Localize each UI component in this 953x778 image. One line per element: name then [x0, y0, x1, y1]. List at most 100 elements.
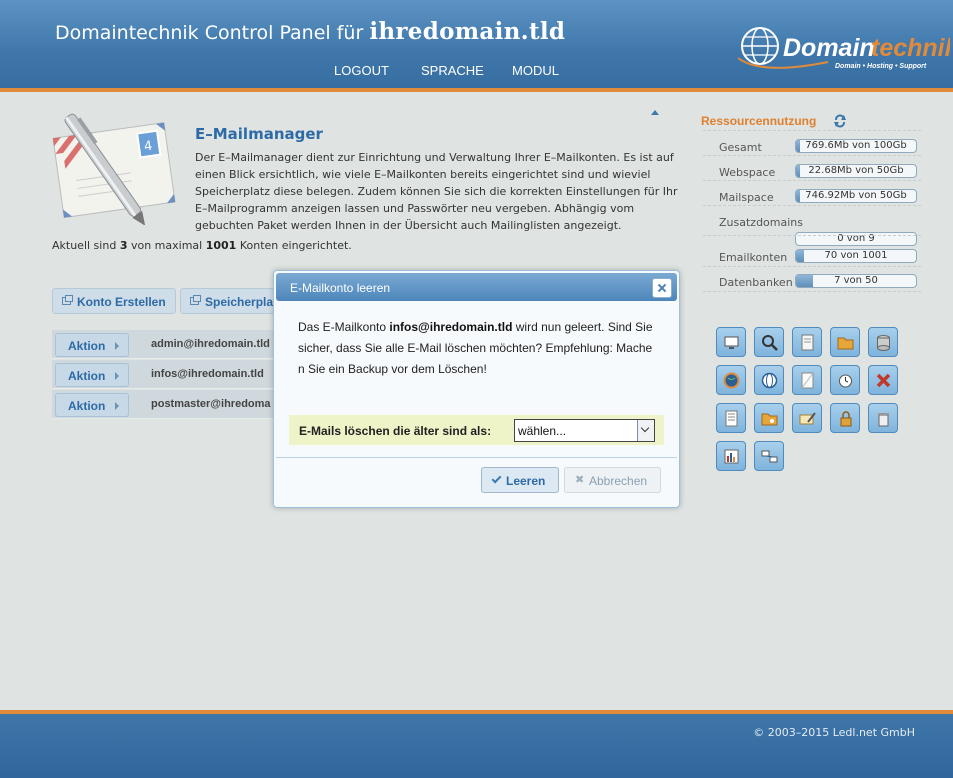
panel-title-domain: ihredomain.tld [369, 18, 566, 45]
close-icon[interactable] [652, 278, 672, 298]
lock-user-icon-glyph [840, 411, 852, 427]
nav-sprache[interactable]: SPRACHE [421, 63, 484, 78]
external-link-icon [62, 295, 73, 305]
account-email: admin@ihredomain.tld [151, 338, 270, 350]
resource-label: Gesamt [719, 141, 762, 154]
aktion-button[interactable]: Aktion [55, 393, 129, 417]
globe-icon[interactable] [716, 365, 746, 395]
document-icon[interactable] [792, 327, 822, 357]
abbrechen-button[interactable]: ✖ Abbrechen [564, 467, 661, 493]
refresh-icon[interactable] [833, 114, 847, 128]
aktion-button[interactable]: Aktion [55, 333, 129, 357]
chevron-down-icon[interactable] [637, 420, 654, 441]
monitor-icon[interactable] [716, 327, 746, 357]
create-account-label: Konto Erstellen [77, 295, 166, 309]
chart-icon-glyph [724, 449, 739, 464]
caret-right-icon [115, 402, 119, 410]
nav-modul[interactable]: MODUL [512, 63, 559, 78]
count-current: 3 [119, 239, 128, 252]
section-title: E–Mailmanager [195, 125, 323, 143]
clock-icon-glyph [839, 374, 852, 388]
delete-icon[interactable] [868, 365, 898, 395]
header-divider [0, 88, 953, 92]
caret-right-icon [115, 372, 119, 380]
create-account-button[interactable]: Konto Erstellen [52, 288, 176, 314]
divider [703, 205, 921, 206]
scroll-up-icon[interactable] [651, 110, 659, 115]
dialog-header: E-Mailkonto leeren [276, 273, 677, 301]
divider [703, 235, 921, 236]
network-icon[interactable] [754, 441, 784, 471]
age-filter-row: E-Mails löschen die älter sind als: wähl… [289, 415, 664, 445]
age-filter-value: wählen... [518, 424, 567, 438]
message-pre: Das E-Mailkonto [298, 320, 387, 334]
folder-icon[interactable] [830, 327, 860, 357]
panel-title: Domaintechnik Control Panel für ihredoma… [55, 18, 565, 45]
folder-key-icon[interactable] [754, 403, 784, 433]
dialog-title: E-Mailkonto leeren [290, 281, 391, 295]
text-document-icon-glyph [725, 410, 738, 427]
divider [703, 266, 921, 267]
resources-title: Ressourcennutzung [701, 114, 817, 128]
caret-right-icon [115, 342, 119, 350]
resource-label: Mailspace [719, 191, 774, 204]
count-pre: Aktuell sind [52, 239, 117, 252]
clock-icon[interactable] [830, 365, 860, 395]
search-person-icon[interactable] [754, 327, 784, 357]
trash-icon-glyph [878, 413, 889, 427]
header: Domaintechnik Control Panel für ihredoma… [0, 0, 953, 88]
domaintechnik-logo[interactable]: Domain technik Domain • Hosting • Suppor… [738, 18, 950, 78]
nav-logout[interactable]: LOGOUT [334, 63, 389, 78]
message-email: infos@ihredomain.tld [389, 320, 513, 334]
aktion-button[interactable]: Aktion [55, 363, 129, 387]
storage-label: Speicherpla [205, 295, 274, 309]
resource-label: Datenbanken [719, 276, 793, 289]
database-icon[interactable] [868, 327, 898, 357]
document-icon-glyph [801, 334, 814, 351]
count-max: 1001 [205, 239, 237, 252]
resource-label: Webspace [719, 166, 776, 179]
leeren-button[interactable]: Leeren [481, 467, 559, 493]
table-row: Aktion postmaster@ihredoma [52, 390, 282, 419]
monitor-icon-glyph [724, 336, 739, 349]
divider [703, 291, 921, 292]
chart-icon[interactable] [716, 441, 746, 471]
table-row: Aktion infos@ihredomain.tld [52, 360, 282, 389]
resource-usage-bar: 7 von 50 [795, 274, 917, 288]
logo-tagline: Domain • Hosting • Support [835, 63, 927, 70]
dialog-message: Das E-Mailkonto infos@ihredomain.tld wir… [298, 317, 656, 380]
mail-edit-icon[interactable] [792, 403, 822, 433]
age-filter-select[interactable]: wählen... [514, 419, 655, 442]
footer: © 2003–2015 Ledl.net GmbH [0, 714, 953, 778]
delete-icon-glyph [876, 373, 891, 388]
leeren-label: Leeren [506, 474, 546, 488]
account-email: postmaster@ihredoma [151, 398, 271, 410]
trash-icon[interactable] [868, 403, 898, 433]
database-icon-glyph [877, 335, 890, 351]
resource-value: 7 von 50 [834, 275, 878, 286]
logo-text-domain: Domain [783, 34, 875, 62]
divider [276, 457, 677, 458]
mail-edit-icon-glyph [799, 412, 816, 425]
divider [703, 180, 921, 181]
world-settings-icon[interactable] [754, 365, 784, 395]
folder-icon-glyph [837, 337, 854, 350]
network-icon-glyph [761, 450, 778, 463]
count-mid: von maximal [130, 239, 203, 252]
aktion-label: Aktion [68, 399, 106, 413]
lock-user-icon[interactable] [830, 403, 860, 433]
account-email: infos@ihredomain.tld [151, 368, 264, 380]
logo-text-technik: technik [871, 34, 950, 62]
resource-value: 22.68Mb von 50Gb [808, 165, 904, 176]
storage-button[interactable]: Speicherpla [180, 288, 280, 314]
blank-page-icon[interactable] [792, 365, 822, 395]
text-document-icon[interactable] [716, 403, 746, 433]
aktion-label: Aktion [68, 339, 106, 353]
age-filter-label: E-Mails löschen die älter sind als: [299, 424, 492, 438]
resource-label: Emailkonten [719, 251, 788, 264]
empty-account-dialog: E-Mailkonto leeren Das E-Mailkonto infos… [273, 270, 680, 508]
search-person-icon-glyph [762, 335, 778, 351]
divider [703, 130, 921, 131]
account-count: Aktuell sind 3 von maximal 1001 Konten e… [52, 239, 352, 252]
x-icon: ✖ [575, 474, 585, 486]
